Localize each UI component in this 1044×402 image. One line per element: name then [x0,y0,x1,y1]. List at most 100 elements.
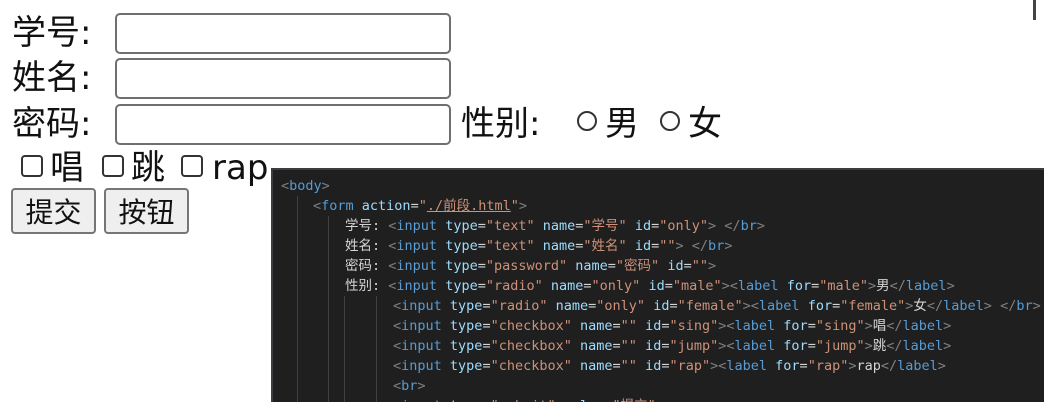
code-token: </ [889,278,906,294]
code-token: > [864,318,873,334]
code-token: label [902,338,944,354]
code-token: > [1032,298,1041,314]
code-token: = [612,318,621,334]
gender-female-radio[interactable] [660,111,680,131]
window-edge-fragment [1033,0,1044,20]
code-token: for [807,298,833,314]
gender-label: 性别: [461,104,541,144]
code-token: = [482,318,491,334]
student-id-input[interactable] [115,13,451,54]
code-token: < [393,318,402,334]
code-token: "female" [677,298,743,314]
code-token: "rap" [807,358,849,374]
code-token: input [401,398,442,402]
code-token: 男 [876,278,890,294]
name-input[interactable] [115,58,451,99]
code-token: id [634,238,652,254]
code-token: 学号: [345,218,389,234]
code-token: = [799,358,808,374]
code-token: "rap" [669,358,711,374]
code-line: <input type="checkbox" name="" id="rap">… [393,356,946,376]
code-token: label [943,298,984,314]
code-token: = [482,338,491,354]
code-token: < [393,358,402,374]
code-token: = [651,218,660,234]
code-token: label [902,318,944,334]
code-token: > [868,278,877,294]
code-token: >< [742,298,759,314]
code-token: = [583,278,592,294]
code-token: id [645,338,662,354]
code-token: "checkbox" [490,338,572,354]
code-token: < [393,338,402,354]
password-label: 密码: [12,104,92,144]
code-token: type [449,358,483,374]
code-token: name [580,338,613,354]
code-token: "" [659,238,676,254]
code-token: input [396,218,438,234]
code-line: 姓名: <input type="text" name="姓名" id=""> … [345,236,732,256]
code-token: "学号" [583,218,627,234]
code-token: = [807,318,816,334]
code-token: name [580,358,613,374]
submit-button[interactable]: 提交 [11,188,96,234]
password-input[interactable] [115,104,451,145]
code-token: for [783,318,808,334]
code-token: > [943,338,952,354]
hobby-rap-label[interactable]: rap [212,148,268,188]
generic-button[interactable]: 按钮 [104,188,189,234]
indent-guide [297,196,298,402]
code-token: "sing" [669,318,719,334]
code-token: < [393,378,402,394]
code-token: > [943,318,952,334]
code-token: >< [721,278,738,294]
code-line: <body> [281,176,330,196]
code-token: "" [620,358,637,374]
gender-male-label[interactable]: 男 [605,104,639,144]
code-line: <input type="checkbox" name="" id="sing"… [393,316,951,336]
hobby-rap-checkbox[interactable] [181,155,203,177]
code-token: label [734,318,776,334]
code-token: "jump" [669,338,719,354]
hobby-jump-label[interactable]: 跳 [131,148,165,188]
code-token: "male" [672,278,722,294]
hobby-jump-checkbox[interactable] [102,155,124,177]
code-token: </ [886,338,903,354]
code-token: = [664,278,673,294]
code-token: br [740,218,757,234]
hobby-sing-checkbox[interactable] [21,155,43,177]
code-token: </ [880,358,898,374]
code-token: </ [691,238,709,254]
code-token: label [897,358,938,374]
code-token: 姓名: [345,238,389,254]
code-token: id [634,218,652,234]
code-token: br [401,378,418,394]
code-line: <input type="submit" value="提交" [393,396,656,402]
code-token: "only" [659,218,709,234]
code-token: >< [718,318,735,334]
indent-guide [376,296,377,402]
code-token: "radio" [490,298,548,314]
code-token: input [401,318,442,334]
hobby-sing-label[interactable]: 唱 [50,148,84,188]
code-token: "only" [591,278,641,294]
gender-female-label[interactable]: 女 [688,104,722,144]
code-token: </ [886,318,903,334]
code-token: input [396,278,438,294]
code-token: = [477,238,486,254]
code-token: < [313,198,322,214]
gender-male-radio[interactable] [577,111,597,131]
